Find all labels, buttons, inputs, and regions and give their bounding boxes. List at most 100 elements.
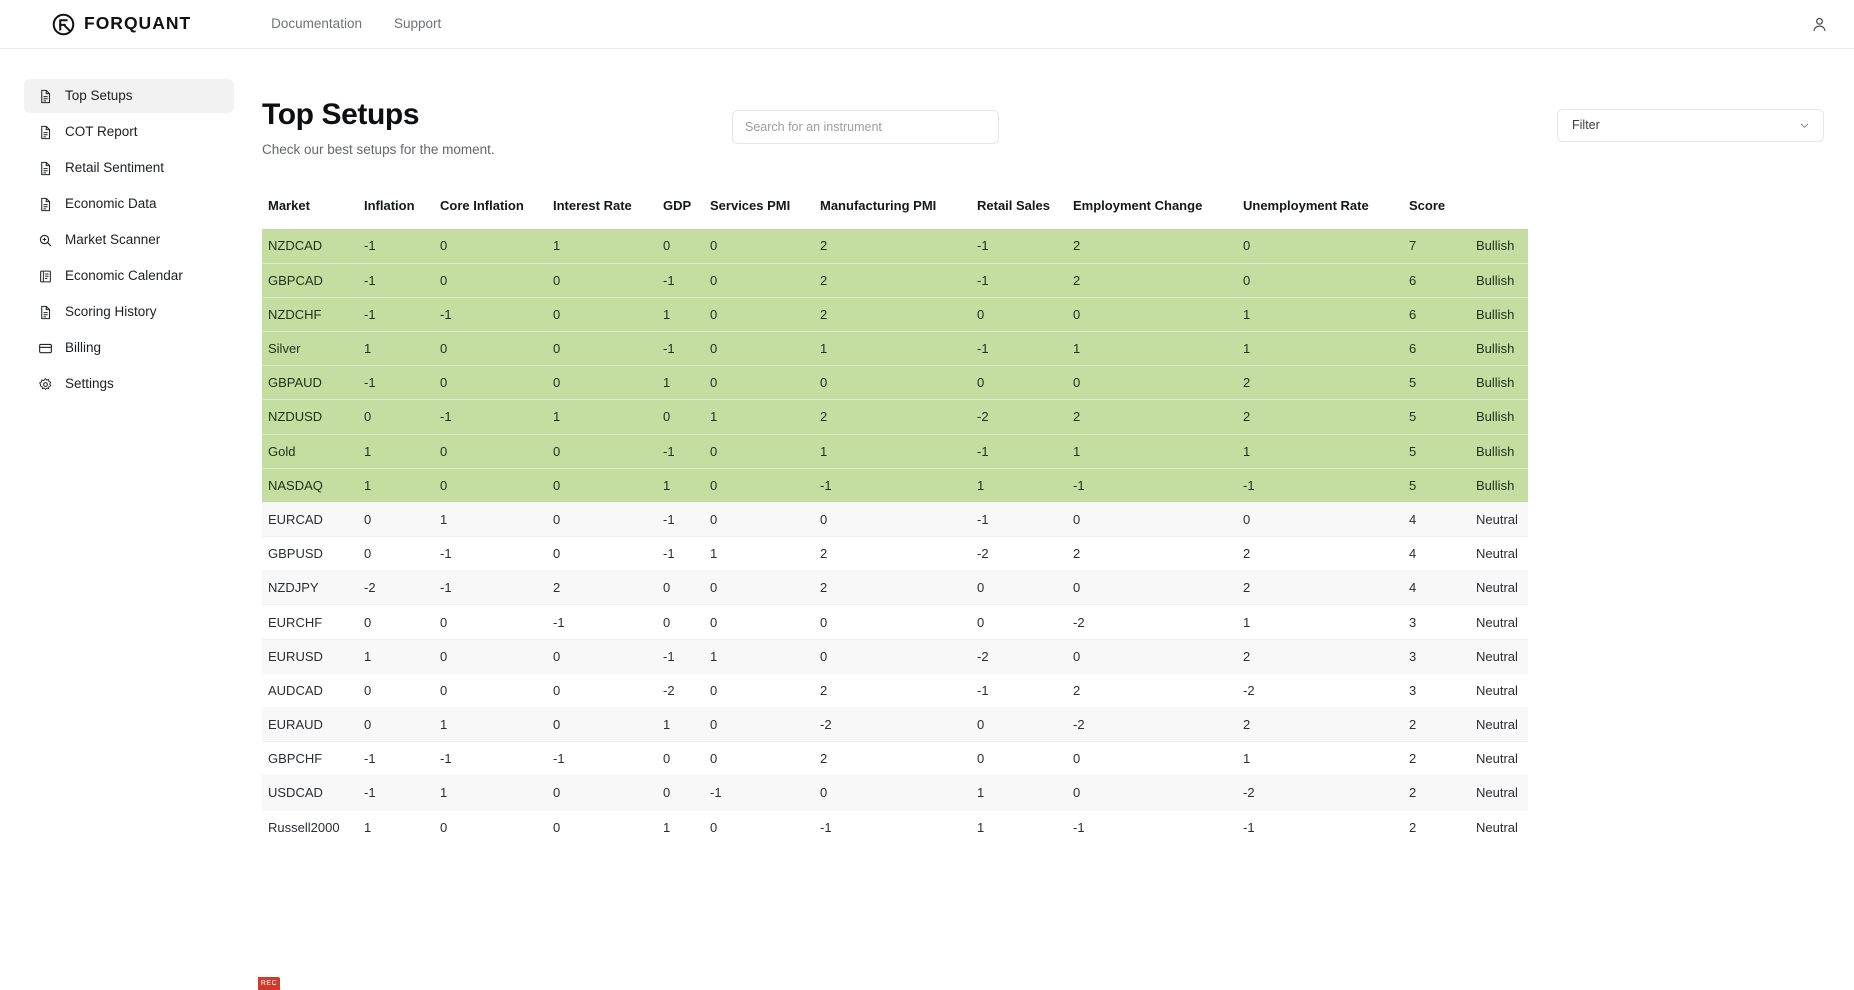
cell-services-pmi: 0	[710, 502, 820, 537]
table-row[interactable]: Silver 1 0 0 -1 0 1 -1 1 1 6 Bullish	[262, 330, 1528, 366]
table-row[interactable]: NASDAQ 1 0 0 1 0 -1 1 -1 -1 5 Bullish	[262, 467, 1528, 503]
cell-manufacturing-pmi: 2	[820, 399, 977, 435]
sidebar-item-scoring-history[interactable]: Scoring History	[24, 295, 234, 329]
cell-score: 7	[1409, 228, 1476, 264]
sidebar-item-economic-calendar[interactable]: Economic Calendar	[24, 259, 234, 293]
brand[interactable]: FORQUANT	[52, 13, 191, 36]
column-header-manufacturing-pmi[interactable]: Manufacturing PMI	[820, 198, 977, 229]
cell-manufacturing-pmi: -2	[820, 707, 977, 742]
cell-inflation: 0	[364, 673, 440, 708]
user-account-button[interactable]	[1806, 11, 1832, 37]
column-header-gdp[interactable]: GDP	[663, 198, 710, 229]
table-row[interactable]: NZDCAD -1 0 1 0 0 2 -1 2 0 7 Bullish	[262, 228, 1528, 264]
cell-services-pmi: 0	[710, 570, 820, 605]
table-row[interactable]: NZDUSD 0 -1 1 0 1 2 -2 2 2 5 Bullish	[262, 399, 1528, 435]
table-row[interactable]: GBPCAD -1 0 0 -1 0 2 -1 2 0 6 Bullish	[262, 262, 1528, 298]
cell-retail-sales: -1	[977, 262, 1073, 298]
gear-icon	[39, 377, 52, 390]
cell-interest-rate: 0	[553, 365, 663, 400]
cell-gdp: 0	[663, 604, 710, 640]
cell-gdp: -1	[663, 639, 710, 674]
table-row[interactable]: Russell2000 1 0 0 1 0 -1 1 -1 -1 2 Neutral	[262, 810, 1528, 845]
cell-score: 4	[1409, 536, 1476, 571]
cell-inflation: 1	[364, 467, 440, 503]
sidebar-item-retail-sentiment[interactable]: Retail Sentiment	[24, 151, 234, 185]
cell-gdp: 1	[663, 810, 710, 845]
cell-score: 3	[1409, 673, 1476, 708]
cell-manufacturing-pmi: 2	[820, 296, 977, 332]
cell-unemployment-rate: 2	[1243, 707, 1409, 742]
top-bar-right	[1806, 11, 1832, 37]
table-row[interactable]: GBPAUD -1 0 0 1 0 0 0 0 2 5 Bullish	[262, 365, 1528, 400]
table-row[interactable]: EURAUD 0 1 0 1 0 -2 0 -2 2 2 Neutral	[262, 707, 1528, 742]
cell-market: GBPAUD	[262, 365, 364, 400]
column-header-services-pmi[interactable]: Services PMI	[710, 198, 820, 229]
table-row[interactable]: EURUSD 1 0 0 -1 1 0 -2 0 2 3 Neutral	[262, 639, 1528, 674]
table-row[interactable]: AUDCAD 0 0 0 -2 0 2 -1 2 -2 3 Neutral	[262, 673, 1528, 708]
sidebar-item-economic-data[interactable]: Economic Data	[24, 187, 234, 221]
table-row[interactable]: GBPUSD 0 -1 0 -1 1 2 -2 2 2 4 Neutral	[262, 536, 1528, 571]
cell-core-inflation: 0	[440, 228, 553, 264]
cell-manufacturing-pmi: 0	[820, 365, 977, 400]
cell-interest-rate: -1	[553, 604, 663, 640]
cell-inflation: 0	[364, 707, 440, 742]
sidebar-item-market-scanner[interactable]: Market Scanner	[24, 223, 234, 257]
sidebar-item-billing[interactable]: Billing	[24, 331, 234, 365]
cell-interest-rate: 0	[553, 262, 663, 298]
cell-unemployment-rate: -2	[1243, 775, 1409, 811]
search-plus-icon	[39, 234, 52, 246]
filter-dropdown-label: Filter	[1572, 118, 1600, 133]
cell-signal: Bullish	[1476, 433, 1528, 469]
cell-employment-change: 2	[1073, 262, 1243, 298]
column-header-market[interactable]: Market	[262, 198, 364, 229]
cell-retail-sales: 1	[977, 467, 1073, 503]
cell-unemployment-rate: 0	[1243, 502, 1409, 537]
nav-documentation[interactable]: Documentation	[271, 17, 362, 31]
filter-dropdown[interactable]: Filter	[1557, 109, 1824, 142]
sidebar-item-settings[interactable]: Settings	[24, 367, 234, 401]
cell-interest-rate: 0	[553, 296, 663, 332]
table-row[interactable]: EURCAD 0 1 0 -1 0 0 -1 0 0 4 Neutral	[262, 502, 1528, 537]
column-header-employment-change[interactable]: Employment Change	[1073, 198, 1243, 229]
table-row[interactable]: NZDCHF -1 -1 0 1 0 2 0 0 1 6 Bullish	[262, 296, 1528, 332]
cell-inflation: 1	[364, 330, 440, 366]
cell-retail-sales: 0	[977, 707, 1073, 742]
column-header-inflation[interactable]: Inflation	[364, 198, 440, 229]
cell-market: EURAUD	[262, 707, 364, 742]
cell-employment-change: 2	[1073, 228, 1243, 264]
cell-gdp: 1	[663, 296, 710, 332]
cell-services-pmi: 0	[710, 604, 820, 640]
cell-retail-sales: -2	[977, 536, 1073, 571]
column-header-unemployment-rate[interactable]: Unemployment Rate	[1243, 198, 1409, 229]
cell-services-pmi: 1	[710, 399, 820, 435]
cell-core-inflation: 1	[440, 775, 553, 811]
cell-manufacturing-pmi: 2	[820, 228, 977, 264]
cell-interest-rate: 1	[553, 399, 663, 435]
cell-score: 6	[1409, 330, 1476, 366]
nav-support[interactable]: Support	[394, 17, 441, 31]
cell-score: 3	[1409, 604, 1476, 640]
cell-market: NZDJPY	[262, 570, 364, 605]
search-input[interactable]	[732, 110, 999, 144]
column-header-interest-rate[interactable]: Interest Rate	[553, 198, 663, 229]
cell-market: NZDCAD	[262, 228, 364, 264]
sidebar-item-top-setups[interactable]: Top Setups	[24, 79, 234, 113]
cell-gdp: 0	[663, 399, 710, 435]
cell-retail-sales: -1	[977, 228, 1073, 264]
column-header-score[interactable]: Score	[1409, 198, 1476, 229]
credit-card-icon	[39, 343, 52, 353]
sidebar-item-cot-report[interactable]: COT Report	[24, 115, 234, 149]
table-row[interactable]: EURCHF 0 0 -1 0 0 0 0 -2 1 3 Neutral	[262, 604, 1528, 640]
cell-signal: Bullish	[1476, 296, 1528, 332]
column-header-core-inflation[interactable]: Core Inflation	[440, 198, 553, 229]
column-header-retail-sales[interactable]: Retail Sales	[977, 198, 1073, 229]
cell-manufacturing-pmi: 0	[820, 502, 977, 537]
table-row[interactable]: GBPCHF -1 -1 -1 0 0 2 0 0 1 2 Neutral	[262, 741, 1528, 776]
cell-manufacturing-pmi: 2	[820, 262, 977, 298]
cell-inflation: 0	[364, 502, 440, 537]
table-row[interactable]: USDCAD -1 1 0 0 -1 0 1 0 -2 2 Neutral	[262, 775, 1528, 811]
cell-signal: Bullish	[1476, 365, 1528, 400]
table-row[interactable]: Gold 1 0 0 -1 0 1 -1 1 1 5 Bullish	[262, 433, 1528, 469]
table-row[interactable]: NZDJPY -2 -1 2 0 0 2 0 0 2 4 Neutral	[262, 570, 1528, 605]
sidebar-item-label: Economic Data	[65, 196, 157, 212]
